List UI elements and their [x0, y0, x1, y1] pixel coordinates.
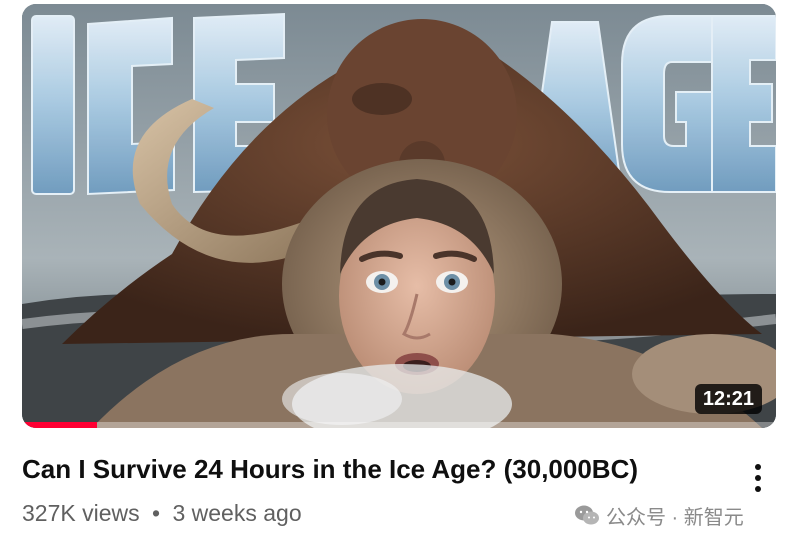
watch-progress-bar	[22, 422, 776, 428]
wechat-logo-icon	[575, 505, 599, 525]
watermark-text: 公众号 · 新智元	[606, 506, 744, 529]
watch-progress-fill	[22, 422, 98, 428]
thumbnail-image	[22, 4, 776, 428]
more-vert-icon-dot	[755, 475, 761, 481]
meta-separator: •	[152, 500, 161, 526]
more-actions-button[interactable]	[742, 456, 774, 500]
video-card[interactable]: 12:21 Can I Survive 24 Hours in the Ice …	[0, 0, 792, 546]
view-count: 327K views	[22, 500, 140, 526]
more-vert-icon	[755, 464, 761, 470]
upload-age: 3 weeks ago	[172, 500, 302, 526]
video-title[interactable]: Can I Survive 24 Hours in the Ice Age? (…	[22, 452, 722, 486]
watermark: 公众号 · 新智元	[574, 500, 744, 530]
more-vert-icon-dot	[755, 486, 761, 492]
duration-badge: 12:21	[694, 384, 762, 414]
video-thumbnail[interactable]: 12:21	[22, 4, 776, 428]
video-metadata: 327K views • 3 weeks ago	[22, 496, 302, 530]
